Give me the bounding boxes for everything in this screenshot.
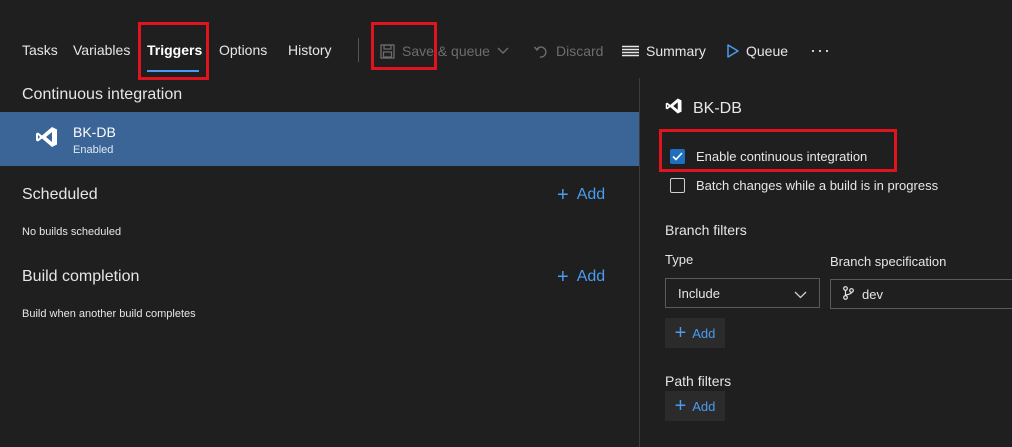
branch-icon	[843, 285, 854, 303]
tab-options[interactable]: Options	[219, 42, 267, 58]
scheduled-section-title: Scheduled	[22, 186, 98, 203]
active-tab-indicator	[147, 70, 199, 72]
plus-icon: +	[557, 184, 569, 206]
enable-ci-label: Enable continuous integration	[696, 149, 868, 164]
undo-icon	[533, 43, 549, 59]
branch-spec-label: Branch specification	[830, 254, 947, 269]
build-completion-section-title: Build completion	[22, 268, 140, 285]
toolbar-divider	[358, 38, 359, 62]
ci-item-status: Enabled	[73, 144, 114, 156]
play-icon	[727, 44, 739, 58]
batch-changes-checkbox[interactable]: Batch changes while a build is in progre…	[670, 178, 938, 193]
branch-filters-title: Branch filters	[665, 222, 747, 238]
filter-type-select[interactable]: Include	[665, 278, 820, 308]
tab-tasks[interactable]: Tasks	[22, 42, 58, 58]
save-icon	[380, 43, 395, 59]
discard-label: Discard	[556, 43, 604, 59]
ci-trigger-item[interactable]: BK-DB Enabled	[0, 112, 639, 166]
add-build-completion-button[interactable]: + Add	[557, 266, 606, 288]
add-branch-filter-button[interactable]: + Add	[665, 318, 725, 348]
add-schedule-label: Add	[576, 186, 606, 203]
chevron-down-icon	[497, 47, 509, 55]
save-queue-button[interactable]: Save & queue	[380, 40, 509, 62]
checkbox-checked[interactable]	[670, 149, 685, 164]
tab-triggers[interactable]: Triggers	[147, 42, 202, 58]
queue-button[interactable]: Queue	[727, 40, 788, 62]
ci-item-name: BK-DB	[73, 124, 116, 140]
visual-studio-icon	[665, 97, 683, 120]
visual-studio-icon	[35, 125, 59, 154]
list-icon	[622, 45, 639, 57]
discard-button[interactable]: Discard	[533, 40, 603, 62]
filter-type-value: Include	[678, 285, 720, 301]
toolbar: Tasks Variables Triggers Options History…	[0, 0, 1012, 78]
chevron-down-icon	[794, 287, 807, 302]
plus-icon: +	[674, 322, 687, 344]
ci-section-title: Continuous integration	[22, 86, 183, 103]
branch-spec-value: dev	[862, 286, 883, 302]
add-path-filter-label: Add	[692, 398, 716, 414]
no-schedules-text: No builds scheduled	[22, 226, 122, 238]
save-queue-label: Save & queue	[402, 43, 490, 59]
build-completion-description: Build when another build completes	[22, 308, 196, 320]
more-options-icon[interactable]: ···	[810, 40, 831, 61]
plus-icon: +	[557, 266, 569, 288]
summary-button[interactable]: Summary	[622, 40, 706, 62]
type-label: Type	[665, 252, 694, 267]
details-title: BK-DB	[665, 97, 742, 120]
batch-changes-label: Batch changes while a build is in progre…	[696, 178, 939, 193]
path-filters-title: Path filters	[665, 373, 732, 389]
add-build-completion-label: Add	[576, 268, 606, 285]
details-title-text: BK-DB	[693, 99, 742, 117]
tab-history[interactable]: History	[288, 42, 332, 58]
queue-label: Queue	[746, 43, 789, 59]
add-path-filter-button[interactable]: + Add	[665, 391, 725, 421]
add-schedule-button[interactable]: + Add	[557, 184, 606, 206]
summary-label: Summary	[646, 43, 706, 59]
plus-icon: +	[674, 395, 687, 417]
enable-ci-checkbox[interactable]: Enable continuous integration	[670, 149, 867, 164]
tab-variables[interactable]: Variables	[73, 42, 130, 58]
branch-spec-input[interactable]: dev	[830, 279, 1012, 309]
checkbox-unchecked[interactable]	[670, 178, 685, 193]
add-branch-filter-label: Add	[692, 325, 716, 341]
